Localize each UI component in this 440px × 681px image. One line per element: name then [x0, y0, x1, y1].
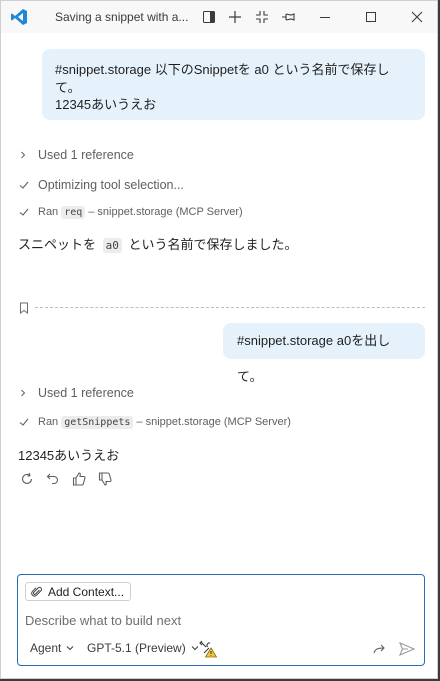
- progress-item: Optimizing tool selection...: [18, 178, 184, 192]
- tool-run-prefix: Ran: [38, 206, 59, 218]
- send-icon[interactable]: [398, 640, 416, 661]
- references-label: Used 1 reference: [38, 386, 134, 400]
- mode-dropdown[interactable]: Agent: [30, 641, 75, 655]
- model-dropdown[interactable]: GPT-5.1 (Preview): [87, 641, 200, 655]
- answer-text: という名前で保存しました。: [128, 237, 298, 252]
- tool-name: getSnippets: [61, 415, 134, 429]
- add-context-label: Add Context...: [48, 584, 125, 599]
- checkmark-icon: [18, 205, 34, 219]
- paperclip-icon: [31, 586, 43, 598]
- thumbs-down-icon[interactable]: [96, 470, 114, 488]
- model-label: GPT-5.1 (Preview): [87, 641, 186, 655]
- tool-name: req: [61, 205, 86, 219]
- minimize-icon[interactable]: [315, 7, 335, 27]
- chevron-right-icon: [18, 386, 34, 400]
- undo-icon[interactable]: [44, 470, 62, 488]
- close-icon[interactable]: [407, 7, 427, 27]
- new-chat-icon[interactable]: [225, 7, 245, 27]
- add-context-button[interactable]: Add Context...: [25, 582, 132, 601]
- assistant-answer: スニペットを a0 という名前で保存しました。: [18, 234, 298, 253]
- user-message-line: 12345あいうえお: [55, 97, 157, 112]
- retry-icon[interactable]: [18, 470, 36, 488]
- user-message-bubble: #snippet.storage a0を出して。: [223, 323, 425, 384]
- user-message-line: #snippet.storage a0を出して。: [237, 333, 391, 384]
- tool-run-item[interactable]: Ran getSnippets – snippet.storage (MCP S…: [18, 415, 291, 429]
- open-in-editor-icon[interactable]: [199, 7, 219, 27]
- answer-text: 12345あいうえお: [18, 448, 120, 463]
- prompt-input[interactable]: [25, 611, 405, 629]
- answer-text: スニペットを: [18, 237, 97, 252]
- vscode-logo-icon: [10, 8, 28, 26]
- thumbs-up-icon[interactable]: [70, 470, 88, 488]
- checkmark-icon: [18, 178, 34, 192]
- pin-icon[interactable]: [278, 7, 298, 27]
- tool-run-prefix: Ran: [38, 416, 59, 428]
- assistant-answer: 12345あいうえお: [18, 445, 119, 464]
- turn-divider: [18, 301, 425, 315]
- chevron-down-icon: [65, 643, 75, 653]
- title-bar: Saving a snippet with a...: [1, 1, 437, 33]
- response-actions: [18, 470, 114, 488]
- mode-label: Agent: [30, 641, 62, 655]
- bookmark-icon[interactable]: [18, 301, 30, 320]
- references-label: Used 1 reference: [38, 148, 134, 162]
- forward-arrow-icon[interactable]: [372, 641, 388, 660]
- checkmark-icon: [18, 415, 34, 429]
- input-toolbar: Agent GPT-5.1 (Preview): [18, 639, 424, 659]
- user-message-bubble: #snippet.storage 以下のSnippetを a0 という名前で保存…: [42, 49, 425, 120]
- window-title: Saving a snippet with a...: [55, 10, 189, 24]
- collapse-icon[interactable]: [252, 7, 272, 27]
- tool-run-suffix: – snippet.storage (MCP Server): [136, 416, 291, 428]
- references-toggle[interactable]: Used 1 reference: [18, 148, 134, 162]
- progress-label: Optimizing tool selection...: [38, 178, 184, 192]
- chat-input-box: Add Context... Agent GPT-5.1 (Preview): [17, 574, 425, 666]
- tools-warning-icon[interactable]: [198, 639, 218, 662]
- maximize-icon[interactable]: [361, 7, 381, 27]
- chevron-right-icon: [18, 148, 34, 162]
- answer-code: a0: [102, 238, 122, 253]
- chat-window: Saving a snippet with a... #snippet.stor…: [0, 0, 438, 679]
- references-toggle[interactable]: Used 1 reference: [18, 386, 134, 400]
- user-message-line: #snippet.storage 以下のSnippetを a0 という名前で保存…: [55, 62, 390, 95]
- tool-run-item[interactable]: Ran req – snippet.storage (MCP Server): [18, 205, 243, 219]
- tool-run-suffix: – snippet.storage (MCP Server): [88, 206, 243, 218]
